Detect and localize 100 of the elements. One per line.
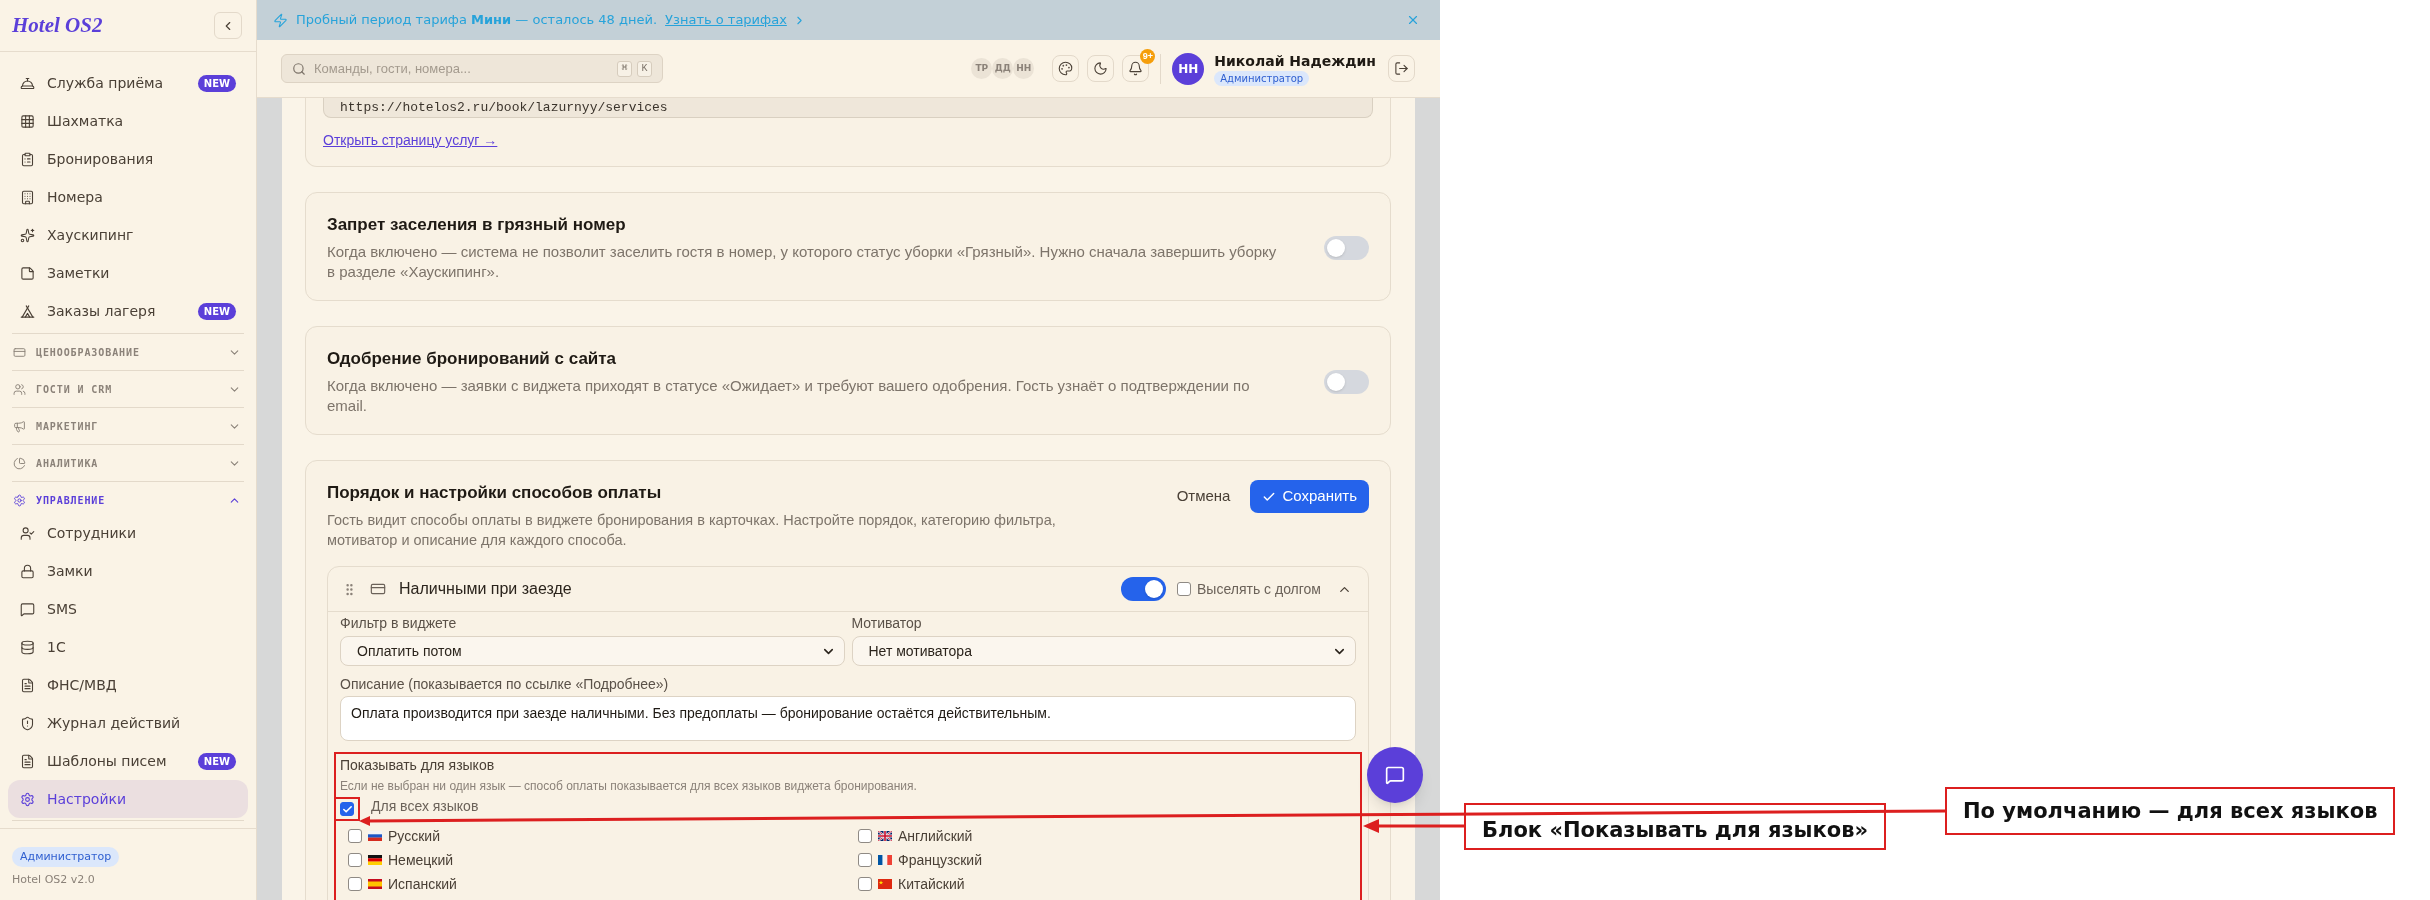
nav-item[interactable]: Заметки [8,254,248,292]
palette-icon [1058,61,1074,76]
nav-item[interactable]: Шахматка [8,102,248,140]
card-icon [13,345,26,359]
description-field[interactable]: Оплата производится при заезде наличными. Без предоплаты — бронирование остаётся действительным. [340,696,1356,741]
moon-icon [1093,61,1109,76]
banner-text: Пробный период тарифа Мини — осталось 48 дней. [296,11,658,30]
card-icon [370,581,386,597]
clipboard-icon [20,151,35,167]
section-label: Показывать для языков [340,756,496,774]
services-page-link[interactable]: Открыть страницу услуг → [323,131,498,149]
hint-text: Если не выбран ни один язык — способ оплаты показывается для всех языков виджета бронирования. [340,778,918,794]
british-flag-icon [878,831,892,841]
checkbox[interactable] [1177,582,1191,596]
checkbox[interactable] [348,829,362,843]
bell-icon [1128,61,1144,76]
language-label: Французский [898,850,982,870]
language-label: Китайский [898,874,965,894]
tent-icon [20,303,35,319]
checkbox[interactable] [858,829,872,843]
spanish-flag-icon [368,879,382,889]
shield-icon [20,715,35,731]
checkbox-label: Выселять с долгом [1197,579,1321,599]
section-header[interactable]: МАРКЕТИНГ [12,408,244,444]
palette-button[interactable] [1052,55,1080,82]
note-icon [20,265,35,281]
cancel-button[interactable]: Отмена [1176,485,1231,508]
url-field[interactable]: https://hotelos2.ru/book/lazurnyy/services [323,98,1373,118]
lock-icon [20,563,35,579]
setting-title: Запрет заселения в грязный номер [327,214,627,236]
annotation-callout: По умолчанию — для всех языков [1945,787,2396,835]
new-badge: NEW [197,752,236,770]
user-avatar[interactable]: НН [1172,52,1205,85]
building-icon [20,189,35,205]
pie-chart-icon [13,456,26,470]
megaphone-icon [13,419,26,433]
nav-item[interactable]: Заказы лагеря NEW [8,292,248,330]
user-name: Николай Надеждин [1214,51,1376,70]
document-icon [20,753,35,769]
save-button[interactable]: Сохранить [1250,480,1369,513]
nav-item[interactable]: Журнал действий [8,704,248,742]
settings-icon [20,791,35,807]
user-check-icon [20,525,35,541]
method-name: Наличными при заезде [399,579,572,599]
language-label: Русский [388,826,440,846]
language-label: Испанский [388,874,457,894]
checkbox[interactable] [340,802,354,816]
filter-select[interactable]: Оплатить потом [340,636,845,666]
nav-item[interactable]: Настройки [8,780,248,818]
setting-title: Порядок и настройки способов оплаты [327,482,663,504]
checkbox[interactable] [348,853,362,867]
nav-item[interactable]: Служба приёма NEW [8,64,248,102]
check-icon [341,803,353,815]
logout-icon [1394,61,1409,76]
logout-button[interactable] [1388,55,1415,82]
nav-item[interactable]: Хаускипинг [8,216,248,254]
nav-item[interactable]: 1С [8,628,248,666]
section-header[interactable]: ГОСТИ И CRM [12,371,244,407]
shortcut-key: K [637,60,652,77]
shortcut-key: ⌘ [617,60,632,77]
search-field[interactable]: Команды, гости, номера... ⌘ K [281,54,663,83]
field-label: Мотиватор [851,614,923,632]
checkbox-label: Для всех языков [371,797,479,815]
nav-item[interactable]: Шаблоны писем NEW [8,742,248,780]
settings-icon [13,493,26,507]
german-flag-icon [368,855,382,865]
motivator-select[interactable]: Нет мотиватора [851,636,1356,666]
toggle-switch[interactable] [1121,577,1166,601]
nav-item[interactable]: Номера [8,178,248,216]
role-badge: Администратор [12,847,120,867]
document-icon [20,677,35,693]
role-badge: Администратор [1214,70,1310,86]
lightning-icon [273,12,288,28]
nav-item[interactable]: ФНС/МВД [8,666,248,704]
search-icon [292,61,306,76]
new-badge: NEW [197,74,236,92]
grid-icon [20,113,35,129]
checkbox[interactable] [858,877,872,891]
checkbox[interactable] [348,877,362,891]
chinese-flag-icon [878,879,892,889]
field-label: Описание (показывается по ссылке «Подробнее») [340,675,670,693]
sparkles-icon [20,227,35,243]
toggle-switch[interactable] [1324,370,1369,394]
checkbox[interactable] [858,853,872,867]
notification-badge: 9+ [1140,49,1156,64]
close-icon[interactable] [1406,13,1420,27]
users-icon [13,382,26,396]
setting-description: Когда включено — заявки с виджета приходят в статусе «Ожидает» и требуют вашего одобрения. Гость узнаёт о подтверждении по email. [327,376,1251,416]
app-logo: Hotel OS2 [12,11,103,39]
nav-item[interactable]: Бронирования [8,140,248,178]
toggle-switch[interactable] [1324,236,1369,260]
service-bell-icon [20,75,35,91]
russian-flag-icon [368,831,382,841]
theme-button[interactable] [1087,55,1115,82]
nav-item[interactable]: SMS [8,590,248,628]
setting-description: Когда включено — система не позволит заселить гостя в номер, у которого статус уборки «Грязный». Нужно сначала завершить уборку в разделе «Хаускипинг». [327,242,1278,282]
annotation-callout: Блок «Показывать для языков» [1464,803,1887,850]
nav-item[interactable]: Замки [8,552,248,590]
new-badge: NEW [197,302,236,320]
language-label: Немецкий [388,850,454,870]
